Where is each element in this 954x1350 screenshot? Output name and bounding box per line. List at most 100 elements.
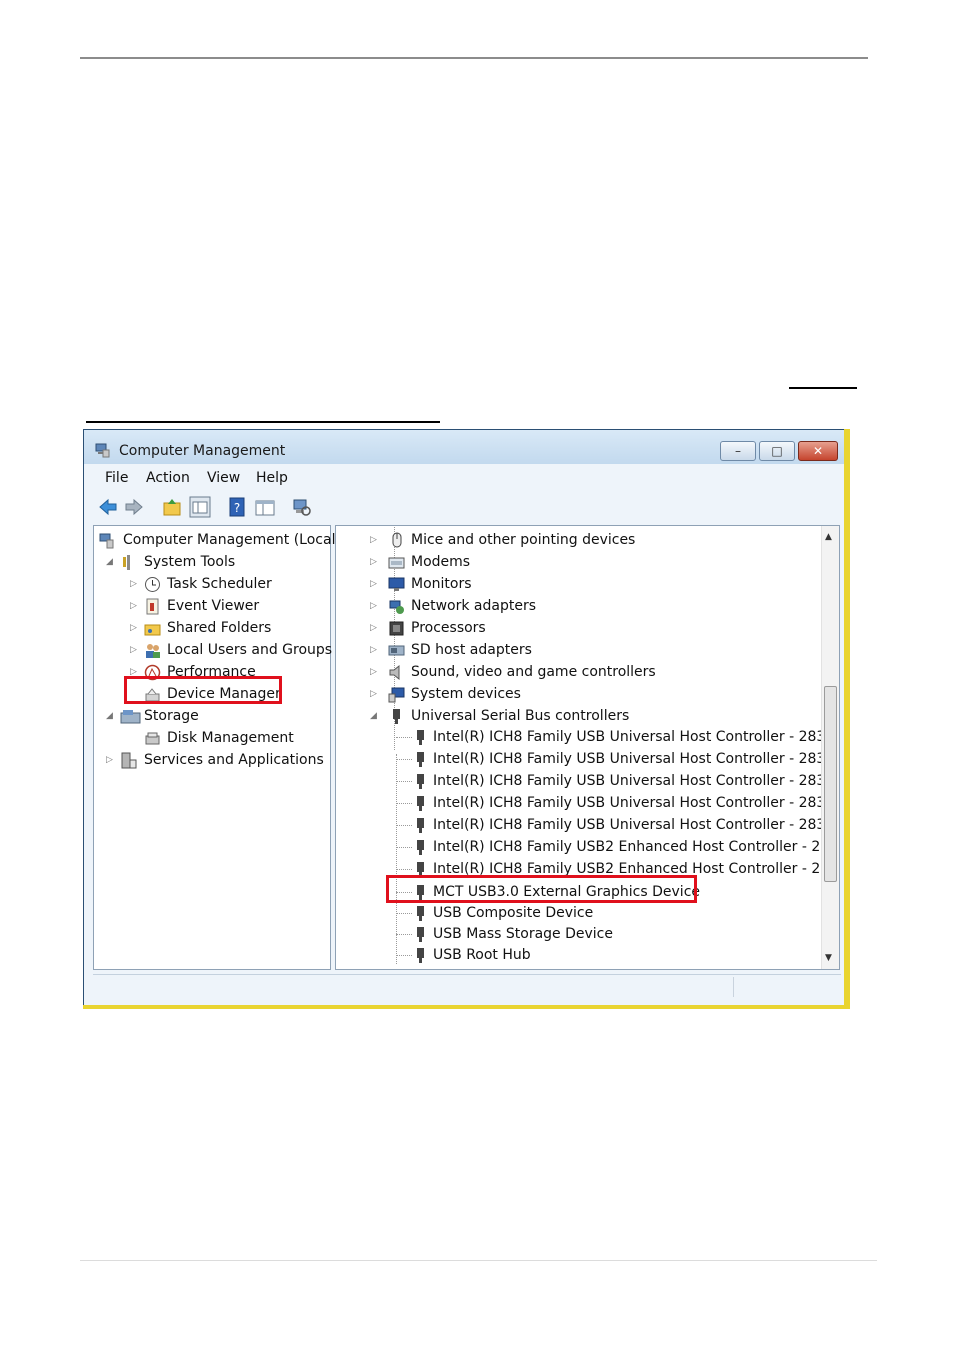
category-monitors[interactable]: ▷ Monitors bbox=[370, 574, 810, 595]
category-system-devices[interactable]: ▷ System devices bbox=[370, 684, 810, 705]
tree-guide-line bbox=[396, 934, 412, 935]
back-icon[interactable] bbox=[97, 496, 119, 518]
collapse-arrow-icon[interactable]: ◢ bbox=[370, 711, 377, 721]
expand-arrow-icon[interactable]: ▷ bbox=[130, 623, 137, 633]
tree-node-local-users[interactable]: ▷ Local Users and Groups bbox=[130, 640, 332, 661]
category-modems[interactable]: ▷ Modems bbox=[370, 552, 810, 573]
usb-device-row[interactable]: USB Composite Device bbox=[394, 903, 824, 924]
expand-arrow-icon[interactable]: ▷ bbox=[130, 645, 137, 655]
usb-device-row[interactable]: Intel(R) ICH8 Family USB Universal Host … bbox=[394, 793, 834, 814]
title-bar[interactable]: Computer Management – □ ✕ bbox=[84, 430, 849, 464]
tree-label: Intel(R) ICH8 Family USB Universal Host … bbox=[433, 817, 835, 833]
collapse-arrow-icon[interactable]: ◢ bbox=[106, 557, 113, 567]
usb-device-row[interactable]: Intel(R) ICH8 Family USB Universal Host … bbox=[394, 749, 834, 770]
shared-folder-icon bbox=[144, 624, 161, 636]
mouse-icon bbox=[392, 532, 402, 548]
expand-arrow-icon[interactable]: ▷ bbox=[370, 557, 377, 567]
scroll-up-arrow-icon[interactable]: ▲ bbox=[825, 532, 832, 542]
tree-guide-line bbox=[396, 869, 412, 870]
up-folder-icon[interactable] bbox=[161, 496, 183, 518]
tree-label: Mice and other pointing devices bbox=[411, 532, 636, 548]
usb-device-row[interactable]: Intel(R) ICH8 Family USB2 Enhanced Host … bbox=[394, 837, 839, 858]
category-mice[interactable]: ▷ Mice and other pointing devices bbox=[370, 530, 810, 551]
properties-icon[interactable] bbox=[254, 496, 276, 518]
category-sd-host[interactable]: ▷ SD host adapters bbox=[370, 640, 810, 661]
tree-node-root[interactable]: Computer Management (Local) bbox=[98, 530, 341, 551]
usb-icon bbox=[393, 709, 400, 724]
minimize-button[interactable]: – bbox=[720, 441, 756, 461]
toolbar: ? bbox=[91, 492, 839, 522]
vertical-scrollbar[interactable]: ▲ ▼ bbox=[821, 526, 839, 969]
usb-device-icon bbox=[417, 730, 424, 745]
svg-text:?: ? bbox=[234, 501, 240, 515]
window-edge bbox=[844, 429, 850, 1008]
usb-device-icon bbox=[417, 752, 424, 767]
usb-device-icon bbox=[417, 840, 424, 855]
expand-arrow-icon[interactable]: ▷ bbox=[106, 755, 113, 765]
tree-label: Storage bbox=[144, 708, 199, 724]
tree-label: System devices bbox=[411, 686, 521, 702]
maximize-button[interactable]: □ bbox=[759, 441, 795, 461]
collapse-arrow-icon[interactable]: ◢ bbox=[106, 711, 113, 721]
category-usb[interactable]: ◢ Universal Serial Bus controllers bbox=[370, 706, 810, 727]
tree-guide-line bbox=[396, 913, 412, 914]
expand-arrow-icon[interactable]: ▷ bbox=[370, 535, 377, 545]
tree-node-disk-management[interactable]: Disk Management bbox=[130, 728, 330, 749]
category-sound[interactable]: ▷ Sound, video and game controllers bbox=[370, 662, 810, 683]
tree-node-storage[interactable]: ◢ Storage bbox=[106, 706, 326, 727]
forward-icon[interactable] bbox=[123, 496, 145, 518]
scrollbar-thumb[interactable] bbox=[824, 686, 837, 882]
usb-device-row[interactable]: USB Root Hub bbox=[394, 945, 824, 966]
tree-node-system-tools[interactable]: ◢ System Tools bbox=[106, 552, 326, 573]
tree-node-event-viewer[interactable]: ▷ Event Viewer bbox=[130, 596, 330, 617]
menu-action[interactable]: Action bbox=[146, 470, 190, 486]
menu-help[interactable]: Help bbox=[256, 470, 288, 486]
tree-label: Services and Applications bbox=[144, 752, 324, 768]
storage-icon bbox=[120, 710, 141, 724]
usb-device-row[interactable]: USB Mass Storage Device bbox=[394, 924, 824, 945]
tree-node-task-scheduler[interactable]: ▷ Task Scheduler bbox=[130, 574, 330, 595]
maximize-icon: □ bbox=[771, 444, 783, 458]
scan-hardware-icon[interactable] bbox=[291, 496, 313, 518]
status-bar bbox=[93, 974, 841, 999]
system-devices-icon bbox=[388, 687, 405, 703]
tree-label: USB Root Hub bbox=[433, 947, 531, 963]
usb-device-row[interactable]: Intel(R) ICH8 Family USB Universal Host … bbox=[394, 815, 834, 836]
category-network[interactable]: ▷ Network adapters bbox=[370, 596, 810, 617]
close-button[interactable]: ✕ bbox=[798, 441, 838, 461]
tree-label: Processors bbox=[411, 620, 486, 636]
tree-node-shared-folders[interactable]: ▷ Shared Folders bbox=[130, 618, 330, 639]
expand-arrow-icon[interactable]: ▷ bbox=[130, 579, 137, 589]
underline-fragment bbox=[86, 421, 440, 423]
tree-guide-line bbox=[396, 825, 412, 826]
expand-arrow-icon[interactable]: ▷ bbox=[370, 667, 377, 677]
expand-arrow-icon[interactable]: ▷ bbox=[370, 689, 377, 699]
show-hide-console-tree-icon[interactable] bbox=[189, 496, 211, 518]
scroll-down-arrow-icon[interactable]: ▼ bbox=[825, 953, 832, 963]
menu-view[interactable]: View bbox=[207, 470, 240, 486]
tree-label: Monitors bbox=[411, 576, 472, 592]
tree-label: Universal Serial Bus controllers bbox=[411, 708, 630, 724]
console-tree: Computer Management (Local) ◢ System Too… bbox=[93, 525, 341, 970]
expand-arrow-icon[interactable]: ▷ bbox=[130, 601, 137, 611]
tree-label: System Tools bbox=[144, 554, 236, 570]
tree-node-services[interactable]: ▷ Services and Applications bbox=[106, 750, 326, 771]
expand-arrow-icon[interactable]: ▷ bbox=[370, 645, 377, 655]
category-processors[interactable]: ▷ Processors bbox=[370, 618, 810, 639]
usb-device-row[interactable]: Intel(R) ICH8 Family USB Universal Host … bbox=[394, 771, 834, 792]
expand-arrow-icon[interactable]: ▷ bbox=[370, 623, 377, 633]
usb-device-row[interactable]: Intel(R) ICH8 Family USB Universal Host … bbox=[394, 727, 834, 748]
usb-device-icon bbox=[417, 906, 424, 921]
monitor-icon bbox=[388, 577, 405, 591]
menu-file[interactable]: File bbox=[105, 470, 128, 486]
close-icon: ✕ bbox=[812, 444, 824, 458]
tree-label: Sound, video and game controllers bbox=[411, 664, 656, 680]
tree-label: Event Viewer bbox=[167, 598, 260, 614]
tree-label: Intel(R) ICH8 Family USB Universal Host … bbox=[433, 751, 835, 767]
usb-device-icon bbox=[417, 818, 424, 833]
page-top-rule bbox=[80, 57, 868, 59]
expand-arrow-icon[interactable]: ▷ bbox=[370, 601, 377, 611]
help-icon[interactable]: ? bbox=[227, 496, 249, 518]
expand-arrow-icon[interactable]: ▷ bbox=[370, 579, 377, 589]
tree-label: Intel(R) ICH8 Family USB Universal Host … bbox=[433, 729, 835, 745]
